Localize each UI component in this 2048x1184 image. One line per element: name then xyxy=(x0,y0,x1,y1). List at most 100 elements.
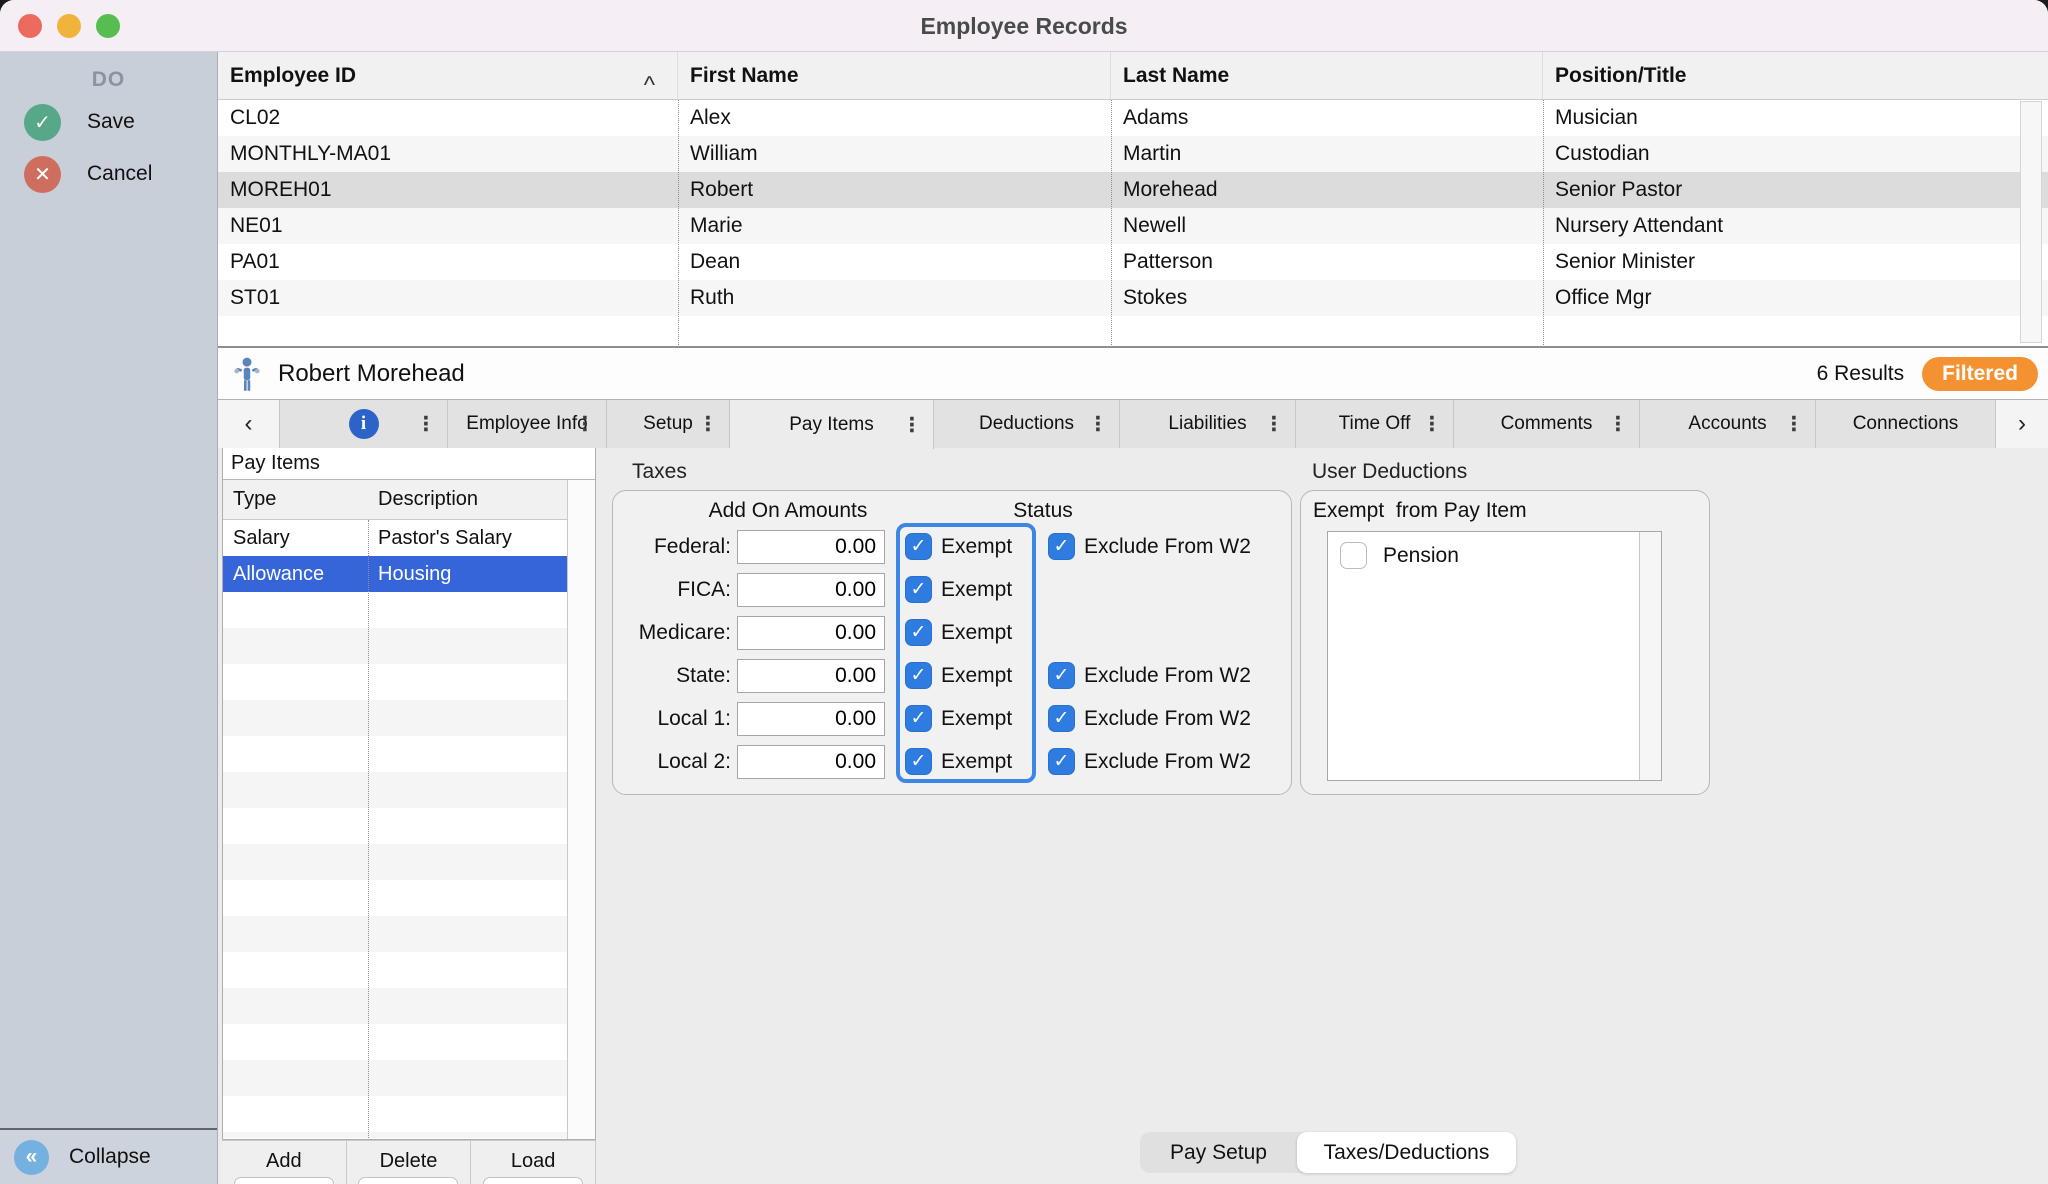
tab-menu-dots-icon[interactable]: ⋮ xyxy=(698,412,718,437)
local1-addon-input[interactable] xyxy=(737,702,885,736)
pay-item-empty-row[interactable] xyxy=(223,1060,595,1096)
local1-exclude-w2-checkbox[interactable]: ✓ xyxy=(1048,705,1075,732)
tab-connections[interactable]: Connections xyxy=(1816,400,1996,448)
employee-row[interactable]: PA01 Dean Patterson Senior Minister xyxy=(218,244,2048,280)
state-addon-input[interactable] xyxy=(737,659,885,693)
federal-exempt-checkbox[interactable]: ✓ xyxy=(905,533,932,560)
local2-exclude-w2-checkbox[interactable]: ✓ xyxy=(1048,748,1075,775)
sidebar-header: DO xyxy=(0,68,217,96)
fica-addon-input[interactable] xyxy=(737,573,885,607)
tab-time-off[interactable]: Time Off ⋮ xyxy=(1296,400,1454,448)
local2-addon-input[interactable] xyxy=(737,745,885,779)
pay-items-panel: Pay Items Type Description Salary Pastor… xyxy=(222,448,596,1140)
check-icon: ✓ xyxy=(911,578,927,601)
tab-taxes-deductions[interactable]: Taxes/Deductions xyxy=(1297,1132,1516,1173)
column-header-last-name[interactable]: Last Name xyxy=(1111,52,1543,99)
local1-exempt-checkbox[interactable]: ✓ xyxy=(905,705,932,732)
tab-liabilities[interactable]: Liabilities ⋮ xyxy=(1120,400,1296,448)
button-stub xyxy=(358,1177,458,1184)
pay-item-empty-row[interactable] xyxy=(223,952,595,988)
tab-menu-dots-icon[interactable]: ⋮ xyxy=(1608,412,1628,437)
tax-rows: Federal: ✓ Exempt ✓ Exclude From W2 FICA… xyxy=(613,525,1291,783)
federal-exclude-w2-checkbox[interactable]: ✓ xyxy=(1048,533,1075,560)
check-icon: ✓ xyxy=(1054,707,1070,730)
state-exempt-checkbox[interactable]: ✓ xyxy=(905,662,932,689)
tab-pay-items[interactable]: Pay Items ⋮ xyxy=(730,400,934,449)
employee-row[interactable]: ST01 Ruth Stokes Office Mgr xyxy=(218,280,2048,316)
medicare-addon-input[interactable] xyxy=(737,616,885,650)
tab-menu-dots-icon[interactable]: ⋮ xyxy=(902,412,922,437)
tab-comments[interactable]: Comments ⋮ xyxy=(1454,400,1640,448)
pay-item-row[interactable]: Salary Pastor's Salary xyxy=(223,520,595,556)
tabs-scroll-right-button[interactable]: › xyxy=(1996,400,2048,448)
column-header-first-name[interactable]: First Name xyxy=(678,52,1111,99)
pay-item-empty-row[interactable] xyxy=(223,808,595,844)
column-header-description[interactable]: Description xyxy=(368,480,569,519)
user-deductions-list: Pension xyxy=(1327,531,1662,781)
current-record-name: Robert Morehead xyxy=(278,360,465,388)
title-bar: Employee Records xyxy=(0,0,2048,52)
pay-item-empty-row[interactable] xyxy=(223,1096,595,1132)
save-label: Save xyxy=(87,110,135,134)
tab-menu-dots-icon[interactable]: ⋮ xyxy=(1264,412,1284,437)
fica-exempt-checkbox[interactable]: ✓ xyxy=(905,576,932,603)
column-header-employee-id[interactable]: Employee ID ^ xyxy=(218,52,678,99)
employee-table-scrollbar[interactable] xyxy=(2020,101,2042,343)
state-exclude-w2-checkbox[interactable]: ✓ xyxy=(1048,662,1075,689)
tab-menu-dots-icon[interactable]: ⋮ xyxy=(1784,412,1804,437)
x-circle-icon: ✕ xyxy=(24,156,61,193)
tax-row-medicare: Medicare: ✓ Exempt xyxy=(613,611,1291,654)
pay-item-row-selected[interactable]: Allowance Housing xyxy=(223,556,595,592)
employee-row-selected[interactable]: MOREH01 Robert Morehead Senior Pastor xyxy=(218,172,2048,208)
load-pay-item-button[interactable]: Load xyxy=(471,1141,596,1184)
check-icon: ✓ xyxy=(1054,535,1070,558)
filtered-badge[interactable]: Filtered xyxy=(1922,357,2038,391)
tax-row-local1: Local 1: ✓ Exempt ✓ Exclude From W2 xyxy=(613,697,1291,740)
collapse-sidebar-button[interactable]: « Collapse xyxy=(0,1128,217,1184)
pay-item-empty-row[interactable] xyxy=(223,628,595,664)
tab-info[interactable]: i ⋮ xyxy=(280,400,448,448)
tab-accounts[interactable]: Accounts ⋮ xyxy=(1640,400,1816,448)
pay-item-empty-row[interactable] xyxy=(223,1024,595,1060)
employee-row[interactable]: MONTHLY-MA01 William Martin Custodian xyxy=(218,136,2048,172)
deductions-list-scrollbar[interactable] xyxy=(1639,532,1661,780)
medicare-exempt-checkbox[interactable]: ✓ xyxy=(905,619,932,646)
pay-item-empty-row[interactable] xyxy=(223,772,595,808)
employee-row[interactable]: CL02 Alex Adams Musician xyxy=(218,100,2048,136)
employee-row[interactable]: NE01 Marie Newell Nursery Attendant xyxy=(218,208,2048,244)
save-button[interactable]: ✓ Save xyxy=(0,96,217,148)
window-title: Employee Records xyxy=(0,0,2048,52)
tab-menu-dots-icon[interactable]: ⋮ xyxy=(575,412,595,437)
tab-deductions[interactable]: Deductions ⋮ xyxy=(934,400,1120,448)
local2-exempt-checkbox[interactable]: ✓ xyxy=(905,748,932,775)
pay-item-empty-row[interactable] xyxy=(223,592,595,628)
deduction-item-pension[interactable]: Pension xyxy=(1328,532,1661,569)
pay-item-empty-row[interactable] xyxy=(223,916,595,952)
pay-item-empty-row[interactable] xyxy=(223,880,595,916)
add-pay-item-button[interactable]: Add xyxy=(222,1141,347,1184)
pay-item-empty-row[interactable] xyxy=(223,664,595,700)
tax-row-local2: Local 2: ✓ Exempt ✓ Exclude From W2 xyxy=(613,740,1291,783)
pension-exempt-checkbox[interactable] xyxy=(1340,542,1367,569)
taxes-group-box: Add On Amounts Status Federal: ✓ Exempt … xyxy=(612,490,1292,795)
tab-menu-dots-icon[interactable]: ⋮ xyxy=(1422,412,1442,437)
tax-row-fica: FICA: ✓ Exempt xyxy=(613,568,1291,611)
tab-menu-dots-icon[interactable]: ⋮ xyxy=(416,412,436,437)
check-icon: ✓ xyxy=(911,750,927,773)
tab-pay-setup[interactable]: Pay Setup xyxy=(1140,1132,1297,1173)
tab-setup[interactable]: Setup ⋮ xyxy=(607,400,730,448)
tab-menu-dots-icon[interactable]: ⋮ xyxy=(1088,412,1108,437)
pay-item-empty-row[interactable] xyxy=(223,988,595,1024)
pay-item-empty-row[interactable] xyxy=(223,736,595,772)
tab-employee-info[interactable]: Employee Info ⋮ xyxy=(448,400,607,448)
tabs-scroll-left-button[interactable]: ‹ xyxy=(218,400,280,448)
pay-item-empty-row[interactable] xyxy=(223,1132,595,1138)
pay-item-empty-row[interactable] xyxy=(223,844,595,880)
column-header-position[interactable]: Position/Title xyxy=(1543,52,2016,99)
pay-items-scrollbar[interactable] xyxy=(567,480,595,1139)
delete-pay-item-button[interactable]: Delete xyxy=(347,1141,472,1184)
column-header-type[interactable]: Type xyxy=(223,480,368,519)
federal-addon-input[interactable] xyxy=(737,530,885,564)
cancel-button[interactable]: ✕ Cancel xyxy=(0,148,217,200)
pay-item-empty-row[interactable] xyxy=(223,700,595,736)
